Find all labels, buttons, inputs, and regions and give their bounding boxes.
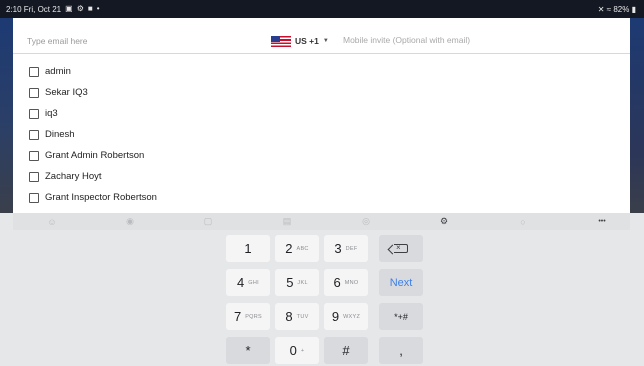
mobile-input[interactable] (343, 35, 603, 45)
checkbox[interactable] (29, 192, 39, 203)
voice-icon[interactable]: ◎ (359, 215, 373, 228)
key-letters: GHI (248, 279, 259, 286)
key-digit: 0 (289, 343, 297, 358)
email-input[interactable] (27, 36, 257, 46)
user-name: Grant Inspector Robertson (45, 192, 157, 203)
list-item[interactable]: iq3 (13, 103, 630, 124)
wifi-icon: ≈ (606, 4, 612, 14)
star-key[interactable]: * (226, 337, 270, 364)
status-time-date: 2:10 Fri, Oct 21 (6, 4, 62, 14)
settings-icon: ⚙ (76, 4, 84, 13)
checkbox[interactable] (29, 129, 39, 140)
key-digit: 1 (244, 241, 252, 256)
key-4[interactable]: 4 GHI (226, 269, 270, 296)
emoji-icon[interactable]: ☺ (45, 215, 59, 228)
clipboard-icon[interactable]: ▤ (280, 215, 294, 228)
search-icon[interactable]: ○ (516, 215, 530, 228)
key-letters: DEF (345, 245, 358, 252)
key-letters: ABC (296, 245, 309, 252)
list-item[interactable]: Zachary Hoyt (13, 166, 630, 187)
checkbox[interactable] (29, 150, 39, 161)
key-digit: 6 (333, 275, 341, 290)
hash-key[interactable]: # (324, 337, 368, 364)
user-name: admin (45, 66, 71, 77)
key-letters: + (300, 347, 305, 354)
key-1[interactable]: 1 (226, 235, 270, 262)
key-0[interactable]: 0 + (275, 337, 319, 364)
sticker-icon[interactable]: ◉ (123, 215, 137, 228)
checkbox[interactable] (29, 108, 39, 119)
key-letters: PQRS (245, 313, 263, 320)
chevron-down-icon: ▼ (322, 38, 329, 44)
key-letters: MNO (344, 279, 359, 286)
battery-icon: ▮ (631, 4, 636, 14)
list-item[interactable]: admin (13, 61, 630, 82)
battery-percent: 82% (613, 4, 630, 14)
country-code-label: US +1 (295, 36, 319, 46)
key-9[interactable]: 9 WXYZ (324, 303, 368, 330)
key-letters: WXYZ (343, 313, 361, 320)
checkbox[interactable] (29, 171, 39, 182)
user-name: Sekar IQ3 (45, 87, 88, 98)
more-icon[interactable]: ••• (593, 215, 611, 228)
list-item[interactable]: Grant Inspector Robertson (13, 187, 630, 208)
backspace-key[interactable]: × (379, 235, 423, 262)
key-digit: 3 (334, 241, 342, 256)
settings-icon[interactable]: ⚙ (437, 215, 451, 228)
user-name: iq3 (45, 108, 58, 119)
checkbox[interactable] (29, 66, 39, 77)
symbols-key[interactable]: *+# (379, 303, 423, 330)
key-letters: JKL (297, 279, 308, 286)
numeric-keyboard: 1 2 ABC 3 DEF × 4 GHI 5 JKL 6 MNO Next 7… (13, 230, 630, 366)
key-8[interactable]: 8 TUV (275, 303, 319, 330)
country-code-selector[interactable]: US +1 ▼ (271, 33, 329, 49)
key-digit: 9 (331, 309, 340, 324)
key-3[interactable]: 3 DEF (324, 235, 368, 262)
key-letters: TUV (296, 313, 309, 320)
key-digit: 5 (286, 275, 294, 290)
key-digit: 8 (285, 309, 293, 324)
key-digit: 7 (233, 309, 242, 324)
invite-input-row: US +1 ▼ (13, 29, 630, 54)
list-item[interactable]: Sekar IQ3 (13, 82, 630, 103)
notification-icon: ■ (87, 4, 93, 13)
key-digit: 2 (285, 241, 293, 256)
key-7[interactable]: 7 PQRS (226, 303, 270, 330)
backspace-icon: × (394, 243, 408, 253)
us-flag-icon (271, 35, 291, 47)
list-item[interactable]: Dinesh (13, 124, 630, 145)
dot-icon: • (96, 4, 100, 13)
user-name: Zachary Hoyt (45, 171, 102, 182)
gallery-icon: ▣ (65, 4, 73, 13)
key-digit: 4 (237, 275, 245, 290)
invite-users-panel: US +1 ▼ admin Sekar IQ3 iq3 Dinesh Grant… (13, 18, 630, 213)
background-app-left (0, 18, 13, 213)
background-app-right (630, 18, 644, 213)
user-name: Dinesh (45, 129, 75, 140)
user-list: admin Sekar IQ3 iq3 Dinesh Grant Admin R… (13, 61, 630, 208)
next-key[interactable]: Next (379, 269, 423, 296)
key-5[interactable]: 5 JKL (275, 269, 319, 296)
comma-key[interactable]: , (379, 337, 423, 364)
key-6[interactable]: 6 MNO (324, 269, 368, 296)
status-bar: 2:10 Fri, Oct 21 ▣ ⚙ ■ • ✕ ≈ 82% ▮ (0, 0, 644, 18)
mute-icon: ✕ (597, 4, 605, 14)
checkbox[interactable] (29, 87, 39, 98)
key-2[interactable]: 2 ABC (275, 235, 319, 262)
user-name: Grant Admin Robertson (45, 150, 145, 161)
gif-icon[interactable]: ▢ (201, 215, 215, 228)
keyboard-toolbar: ☺ ◉ ▢ ▤ ◎ ⚙ ○ ••• (13, 213, 630, 230)
list-item[interactable]: Grant Admin Robertson (13, 145, 630, 166)
